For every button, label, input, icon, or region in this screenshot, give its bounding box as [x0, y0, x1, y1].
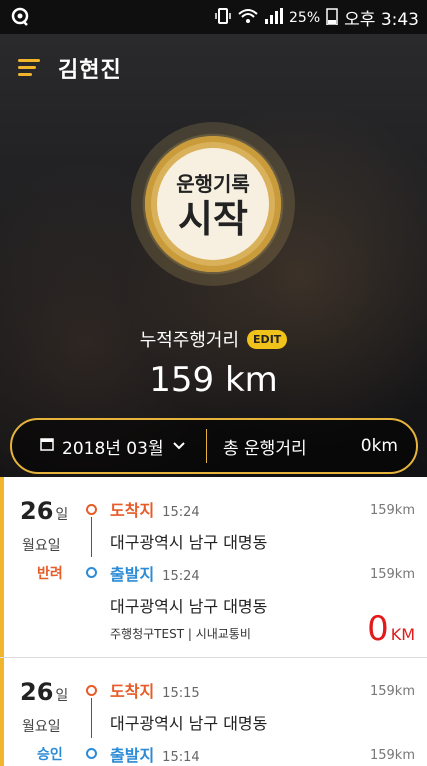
destination-label: 도착지 15:24 [110, 497, 200, 521]
destination-marker-icon [86, 685, 97, 696]
month-label: 2018년 03월 [62, 438, 164, 459]
origin-label: 출발지 15:14 [110, 742, 200, 766]
day-number: 26 [20, 497, 54, 525]
battery-percent: 25% [289, 9, 321, 26]
list-item[interactable]: 26 일 월요일 승인 도착지 15:15 159km 대구광역시 남구 대명동 출… [0, 658, 427, 766]
wifi-icon [237, 8, 259, 28]
battery-icon [326, 7, 338, 29]
day-unit: 일 [55, 507, 69, 523]
record-meta: 주행청구TEST | 시내교통비 [110, 627, 251, 641]
user-name: 김현진 [58, 58, 122, 83]
status-badge: 승인 [37, 747, 63, 763]
cumulative-label-row: 누적주행거리 EDIT [140, 326, 288, 352]
start-recording-button[interactable]: 운행기록 시작 [157, 148, 269, 260]
origin-title: 출발지 [110, 565, 155, 584]
record-accent [0, 658, 4, 766]
clock: 오후 3:43 [344, 10, 419, 30]
destination-time: 15:24 [162, 505, 200, 520]
origin-title: 출발지 [110, 746, 155, 765]
notification-icon [10, 6, 30, 30]
origin-marker-icon [86, 748, 97, 759]
destination-km: 159km [369, 503, 415, 518]
total-label: 총 운행거리 [223, 438, 307, 459]
vibrate-icon [215, 7, 231, 29]
start-button-label-main: 시작 [178, 196, 248, 241]
menu-icon[interactable] [18, 59, 40, 77]
origin-label: 출발지 15:24 [110, 561, 200, 585]
period-bar: 2018년 03월 총 운행거리 0km [10, 418, 418, 474]
origin-address: 대구광역시 남구 대명동 [110, 597, 268, 616]
calendar-icon [40, 436, 54, 456]
record-accent [0, 477, 4, 657]
start-recording-ring: 운행기록 시작 [131, 122, 295, 286]
record-weekday: 월요일 [22, 538, 61, 554]
list-item[interactable]: 26 일 월요일 반려 도착지 15:24 159km 대구광역시 남구 대명동 출… [0, 477, 427, 658]
month-selector[interactable]: 2018년 03월 [12, 434, 206, 459]
origin-marker-icon [86, 567, 97, 578]
record-day: 26 일 [20, 497, 68, 525]
distance-unit: KM [390, 625, 415, 644]
total-value: 0km [360, 436, 398, 456]
day-number: 26 [20, 678, 54, 706]
destination-km: 159km [369, 684, 415, 699]
day-unit: 일 [55, 688, 69, 704]
record-weekday: 월요일 [22, 719, 61, 735]
distance-value: 0 [367, 609, 389, 649]
timeline-line [91, 517, 92, 557]
total-distance: 총 운행거리 0km [207, 434, 416, 459]
hero-section: 김현진 운행기록 시작 누적주행거리 EDIT 159 km 2018년 03월 [0, 34, 427, 477]
destination-time: 15:15 [162, 686, 200, 701]
origin-time: 15:14 [162, 750, 200, 765]
record-day: 26 일 [20, 678, 68, 706]
record-list: 26 일 월요일 반려 도착지 15:24 159km 대구광역시 남구 대명동 출… [0, 477, 427, 766]
destination-title: 도착지 [110, 501, 155, 520]
edit-button[interactable]: EDIT [247, 329, 288, 349]
destination-label: 도착지 15:15 [110, 678, 200, 702]
origin-km: 159km [369, 567, 415, 582]
cumulative-value: 159 km [149, 360, 278, 400]
origin-time: 15:24 [162, 569, 200, 584]
destination-title: 도착지 [110, 682, 155, 701]
destination-address: 대구광역시 남구 대명동 [110, 533, 268, 552]
destination-marker-icon [86, 504, 97, 515]
destination-address: 대구광역시 남구 대명동 [110, 714, 268, 733]
timeline-line [91, 698, 92, 738]
cumulative-distance: 누적주행거리 EDIT 159 km [0, 326, 427, 400]
top-bar: 김현진 [18, 52, 122, 84]
chevron-down-icon [172, 436, 186, 456]
cumulative-label: 누적주행거리 [139, 330, 240, 351]
signal-icon [265, 7, 284, 28]
status-bar: 25% 오후 3:43 [0, 0, 427, 34]
start-button-label-top: 운행기록 [176, 171, 250, 196]
start-recording-border: 운행기록 시작 [145, 136, 281, 272]
status-badge: 반려 [37, 566, 63, 582]
record-distance: 0 KM [367, 609, 415, 649]
